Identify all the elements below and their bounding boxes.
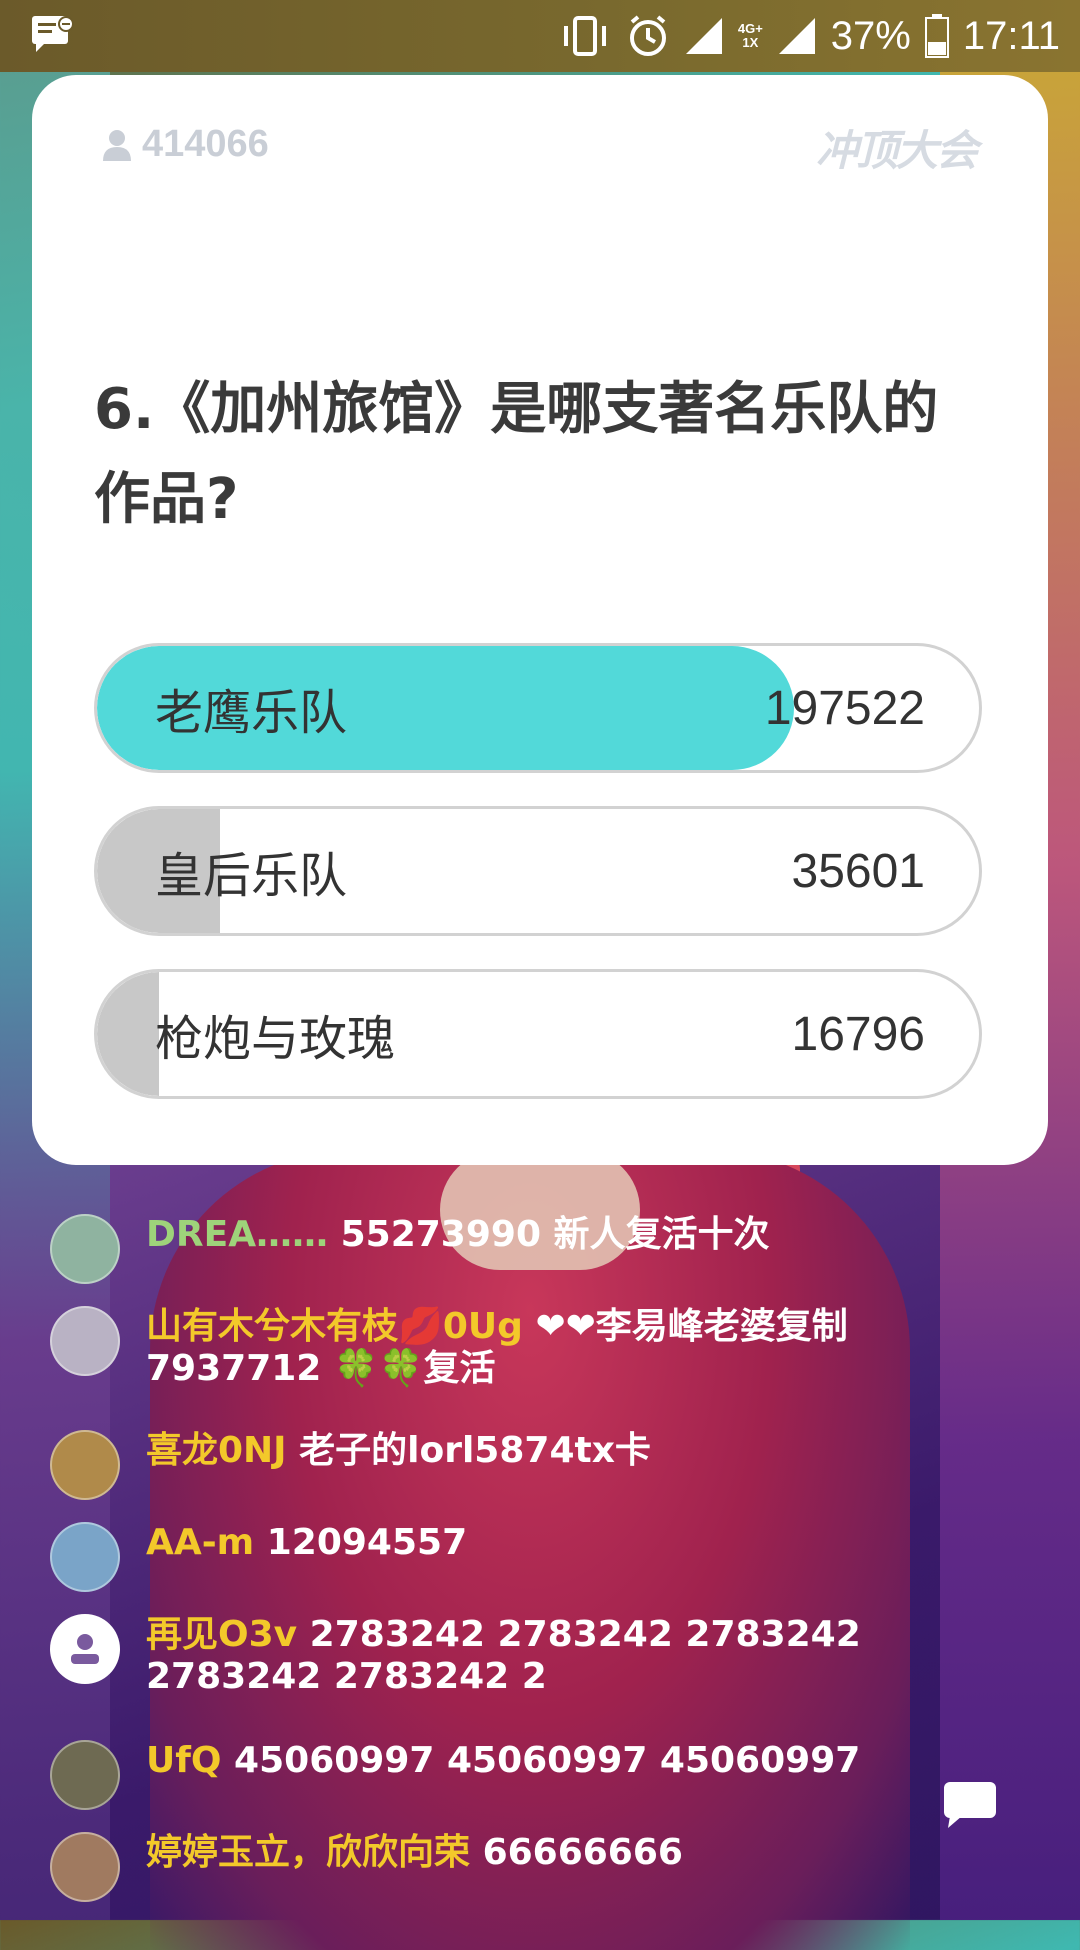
question-text: 6.《加州旅馆》是哪支著名乐队的作品? (94, 377, 939, 532)
signal-icon-secondary (778, 18, 815, 54)
status-bar: 4G+ 1X 37% 17:11 (0, 0, 1080, 72)
signal-icon (685, 18, 722, 54)
comment-username: 再见O3v (146, 1614, 298, 1655)
viewer-count: 414066 (102, 123, 269, 166)
comment-username: UfQ (146, 1740, 222, 1781)
answer-option-2[interactable]: 皇后乐队 35601 (94, 806, 982, 936)
answer-option-3-label: 枪炮与玫瑰 (155, 1011, 396, 1067)
answer-option-1-label: 老鹰乐队 (155, 685, 348, 741)
comment-username: DREA…… (146, 1214, 329, 1255)
vibrate-icon (563, 16, 606, 56)
brand-logo: 冲顶大会 (815, 126, 978, 175)
answer-option-2-count: 35601 (791, 844, 925, 898)
person-icon (103, 129, 131, 161)
comment-body: 山有木兮木有枝💋0Ug ❤❤李易峰老婆复制7937712 🍀🍀复活 (146, 1306, 1006, 1390)
comment-text: 12094557 (266, 1522, 468, 1563)
comment-item: DREA…… 55273990 新人复活十次 (50, 1214, 1006, 1284)
network-type-bottom: 1X (742, 35, 759, 50)
avatar[interactable] (50, 1306, 120, 1376)
avatar[interactable] (50, 1522, 120, 1592)
answer-option-3-bar (97, 972, 159, 1096)
avatar[interactable] (50, 1430, 120, 1500)
comment-item: 喜龙0NJ 老子的lorl5874tx卡 (50, 1430, 1006, 1500)
comment-username: 山有木兮木有枝💋0Ug (146, 1306, 523, 1347)
comment-item: 再见O3v 2783242 2783242 2783242 2783242 27… (50, 1614, 1006, 1698)
comment-body: 婷婷玉立，欣欣向荣 66666666 (146, 1832, 1006, 1874)
comment-body: AA-m 12094557 (146, 1522, 1006, 1564)
chat-bubble-icon[interactable] (942, 1780, 998, 1830)
notification-icon (32, 16, 74, 52)
comment-text: 55273990 新人复活十次 (340, 1214, 770, 1255)
answer-option-3-count: 16796 (791, 1007, 925, 1061)
comment-body: UfQ 45060997 45060997 45060997 (146, 1740, 1006, 1782)
avatar[interactable] (50, 1740, 120, 1810)
comment-body: DREA…… 55273990 新人复活十次 (146, 1214, 1006, 1256)
default-avatar-icon (71, 1634, 99, 1664)
viewer-count-value: 414066 (142, 123, 269, 165)
answer-option-1[interactable]: 老鹰乐队 197522 (94, 643, 982, 773)
comment-username: 婷婷玉立，欣欣向荣 (146, 1832, 471, 1873)
clock: 17:11 (962, 13, 1060, 58)
comment-text: 66666666 (482, 1832, 683, 1873)
comment-body: 再见O3v 2783242 2783242 2783242 2783242 27… (146, 1614, 1006, 1698)
comment-username: AA-m (146, 1522, 255, 1563)
comment-item: AA-m 12094557 (50, 1522, 1006, 1592)
answer-option-1-count: 197522 (764, 681, 925, 735)
alarm-icon (629, 15, 666, 56)
comment-text: 老子的lorl5874tx卡 (299, 1430, 651, 1471)
answer-option-3[interactable]: 枪炮与玫瑰 16796 (94, 969, 982, 1099)
battery-icon (924, 14, 949, 58)
comment-item: 婷婷玉立，欣欣向荣 66666666 (50, 1832, 1006, 1902)
network-type-top: 4G+ (737, 21, 763, 36)
comment-body: 喜龙0NJ 老子的lorl5874tx卡 (146, 1430, 1006, 1472)
comment-item: 山有木兮木有枝💋0Ug ❤❤李易峰老婆复制7937712 🍀🍀复活 (50, 1306, 1006, 1390)
comment-item: UfQ 45060997 45060997 45060997 (50, 1740, 1006, 1810)
avatar[interactable] (50, 1214, 120, 1284)
avatar[interactable] (50, 1832, 120, 1902)
answer-option-2-label: 皇后乐队 (155, 848, 348, 904)
battery-percent: 37% (830, 13, 911, 58)
quiz-card: 414066 冲顶大会 6.《加州旅馆》是哪支著名乐队的作品? 老鹰乐队 197… (32, 75, 1048, 1165)
comment-username: 喜龙0NJ (146, 1430, 287, 1471)
avatar[interactable] (50, 1614, 120, 1684)
network-type: 4G+ 1X (738, 22, 763, 50)
comment-text: 45060997 45060997 45060997 (234, 1740, 861, 1781)
